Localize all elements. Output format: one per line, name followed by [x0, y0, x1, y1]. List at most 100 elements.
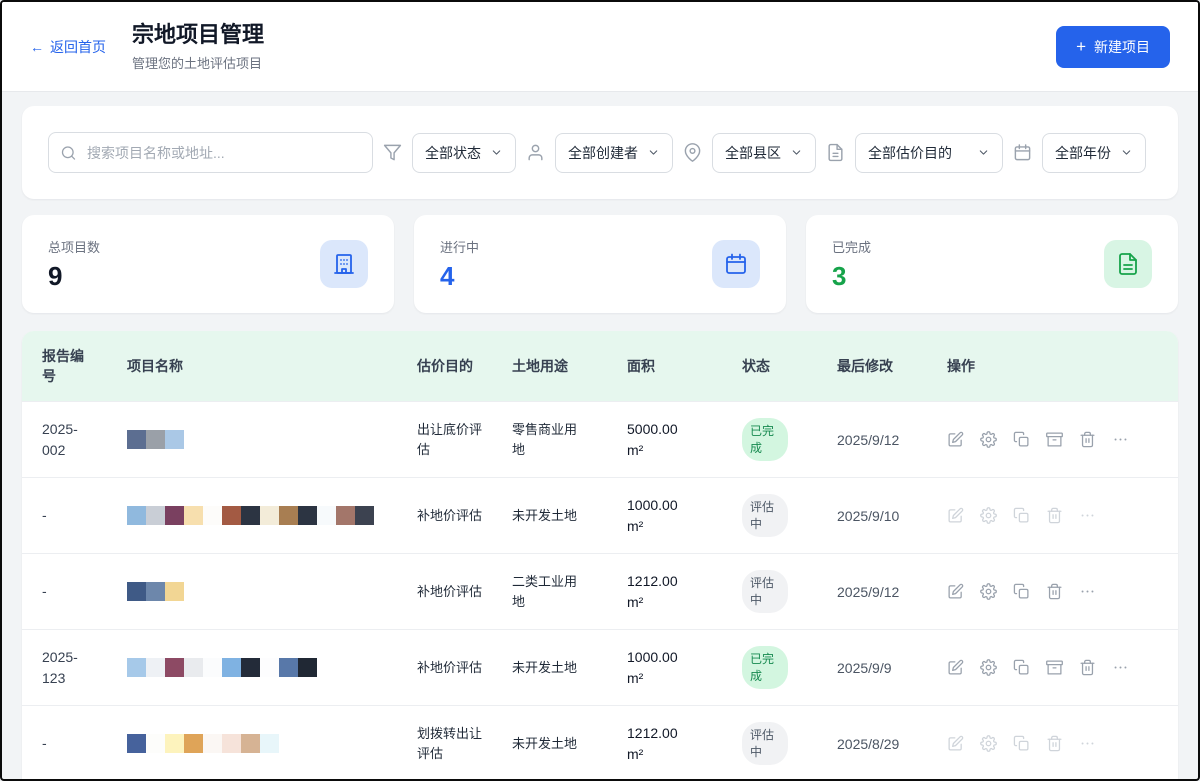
stat-value: 9 — [48, 261, 100, 292]
cell-report-no: - — [42, 721, 127, 765]
stat-card-total-projects: 总项目数 9 — [22, 215, 394, 313]
edit-icon[interactable] — [947, 431, 964, 448]
column-header: 面积 — [627, 344, 742, 388]
status-badge: 已完成 — [742, 646, 788, 688]
table-row: 2025-123补地价评估未开发土地1000.00 m²已完成2025/9/9 — [22, 629, 1178, 705]
table-header-row: 报告编号项目名称估价目的土地用途面积状态最后修改操作 — [22, 331, 1178, 401]
settings-icon[interactable] — [980, 583, 997, 600]
cell-status: 评估中 — [742, 482, 837, 548]
creator-select[interactable]: 全部创建者 — [555, 133, 673, 173]
year-select[interactable]: 全部年份 — [1042, 133, 1146, 173]
settings-icon[interactable] — [980, 659, 997, 676]
redacted-project-name — [127, 506, 393, 525]
cell-land-use: 二类工业用地 — [512, 560, 627, 623]
redacted-project-name — [127, 430, 393, 449]
new-project-label: 新建项目 — [1094, 37, 1150, 57]
chevron-down-icon — [1120, 146, 1133, 159]
cell-actions — [947, 419, 1178, 460]
table-body: 2025-002出让底价评估零售商业用地5000.00 m²已完成2025/9/… — [22, 401, 1178, 781]
calendar-icon — [1013, 143, 1032, 162]
row-actions — [947, 659, 1154, 676]
cell-last-modified: 2025/9/12 — [837, 420, 947, 460]
cell-status: 评估中 — [742, 558, 837, 624]
back-home-link[interactable]: ← 返回首页 — [30, 37, 106, 57]
search-input[interactable] — [48, 132, 373, 173]
search-icon — [60, 144, 77, 161]
plus-icon: + — [1076, 38, 1086, 55]
cell-last-modified: 2025/9/10 — [837, 496, 947, 536]
cell-report-no: - — [42, 569, 127, 613]
chevron-down-icon — [977, 146, 990, 159]
settings-icon — [980, 735, 997, 752]
redacted-project-name — [127, 658, 393, 677]
projects-table: 报告编号项目名称估价目的土地用途面积状态最后修改操作 2025-002出让底价评… — [22, 331, 1178, 781]
copy-icon[interactable] — [1013, 583, 1030, 600]
map-pin-icon — [683, 143, 702, 162]
more-icon[interactable] — [1112, 659, 1129, 676]
edit-icon[interactable] — [947, 583, 964, 600]
edit-icon — [947, 507, 964, 524]
settings-icon[interactable] — [980, 431, 997, 448]
stat-value: 3 — [832, 261, 871, 292]
year-select-value: 全部年份 — [1055, 143, 1111, 163]
status-badge: 评估中 — [742, 570, 788, 612]
chevron-down-icon — [647, 146, 660, 159]
cell-land-use: 未开发土地 — [512, 722, 627, 766]
trash-icon[interactable] — [1079, 659, 1096, 676]
cell-status: 已完成 — [742, 406, 837, 472]
trash-icon[interactable] — [1046, 583, 1063, 600]
district-select[interactable]: 全部县区 — [712, 133, 816, 173]
trash-icon — [1046, 507, 1063, 524]
more-icon[interactable] — [1079, 583, 1096, 600]
calendar-icon — [724, 252, 748, 276]
copy-icon[interactable] — [1013, 659, 1030, 676]
purpose-select[interactable]: 全部估价目的 — [855, 133, 1003, 173]
trash-icon — [1046, 735, 1063, 752]
cell-actions — [947, 723, 1178, 764]
cell-actions — [947, 571, 1178, 612]
copy-icon[interactable] — [1013, 431, 1030, 448]
cell-project-name — [127, 418, 417, 461]
status-select[interactable]: 全部状态 — [412, 133, 516, 173]
stat-value: 4 — [440, 261, 479, 292]
redacted-project-name — [127, 734, 393, 753]
archive-icon[interactable] — [1046, 659, 1063, 676]
cell-project-name — [127, 494, 417, 537]
new-project-button[interactable]: + 新建项目 — [1056, 26, 1170, 68]
trash-icon[interactable] — [1079, 431, 1096, 448]
building-icon — [332, 252, 356, 276]
redacted-project-name — [127, 582, 393, 601]
cell-area: 5000.00 m² — [627, 407, 742, 472]
cell-project-name — [127, 570, 417, 613]
column-header: 操作 — [947, 344, 1178, 388]
page-subtitle: 管理您的土地评估项目 — [132, 53, 1030, 72]
creator-select-value: 全部创建者 — [568, 143, 638, 163]
more-icon[interactable] — [1112, 431, 1129, 448]
stat-label: 总项目数 — [48, 237, 100, 256]
stat-label: 已完成 — [832, 237, 871, 256]
cell-actions — [947, 495, 1178, 536]
purpose-select-value: 全部估价目的 — [868, 143, 952, 163]
table-row: -补地价评估二类工业用地1212.00 m²评估中2025/9/12 — [22, 553, 1178, 629]
filter-funnel-icon — [383, 143, 402, 162]
status-badge: 已完成 — [742, 418, 788, 460]
cell-valuation-purpose: 补地价评估 — [417, 494, 512, 538]
more-icon — [1079, 507, 1096, 524]
row-actions — [947, 507, 1154, 524]
column-header: 估价目的 — [417, 344, 512, 388]
column-header: 状态 — [742, 344, 837, 388]
cell-area: 1000.00 m² — [627, 483, 742, 548]
copy-icon — [1013, 735, 1030, 752]
table-row: -补地价评估未开发土地1000.00 m²评估中2025/9/10 — [22, 477, 1178, 553]
cell-project-name — [127, 646, 417, 689]
cell-last-modified: 2025/8/29 — [837, 724, 947, 764]
cell-valuation-purpose: 补地价评估 — [417, 646, 512, 690]
cell-report-no: 2025-123 — [42, 635, 127, 700]
stat-card-completed: 已完成 3 — [806, 215, 1178, 313]
more-icon — [1079, 735, 1096, 752]
edit-icon[interactable] — [947, 659, 964, 676]
archive-icon[interactable] — [1046, 431, 1063, 448]
status-select-value: 全部状态 — [425, 143, 481, 163]
table-row: -划拨转出让评估未开发土地1212.00 m²评估中2025/8/29 — [22, 705, 1178, 781]
column-header: 项目名称 — [127, 344, 417, 388]
